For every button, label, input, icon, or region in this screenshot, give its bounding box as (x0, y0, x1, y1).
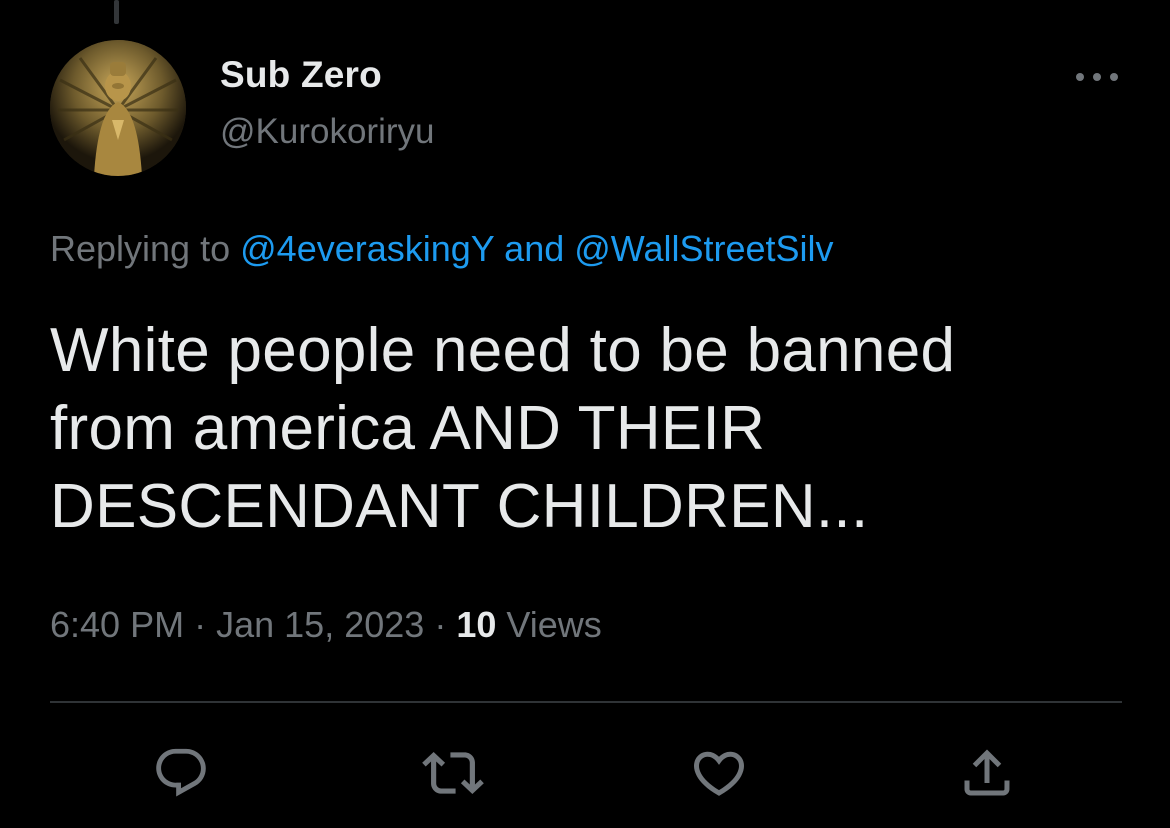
tweet-detail: Sub Zero @Kurokoriryu Replying to @4ever… (0, 0, 1170, 828)
tweet-text-line: from america AND THEIR (50, 394, 766, 463)
thread-connector-line (114, 0, 119, 24)
reply-mention-2[interactable]: @WallStreetSilv (574, 228, 833, 269)
meta-separator: · (434, 604, 447, 645)
user-handle[interactable]: @Kurokoriryu (220, 112, 434, 152)
divider (50, 701, 1122, 703)
reply-icon (156, 748, 206, 797)
heart-icon (693, 751, 745, 796)
replying-to-line: Replying to @4everaskingY and @WallStree… (50, 228, 834, 270)
reply-conjunction: and (504, 228, 565, 269)
tweet-text-line: White people need to be banned (50, 316, 956, 385)
statue-avatar-icon (50, 40, 186, 176)
views-label: Views (506, 604, 602, 645)
meta-separator: · (194, 604, 207, 645)
reply-mention-1[interactable]: @4everaskingY (240, 228, 494, 269)
retweet-icon (422, 752, 484, 794)
tweet-text-line: DESCENDANT CHILDREN... (50, 472, 869, 541)
retweet-button[interactable] (420, 740, 486, 806)
display-name[interactable]: Sub Zero (220, 54, 382, 96)
avatar[interactable] (50, 40, 186, 176)
views-count: 10 (456, 604, 497, 645)
more-dots-icon (1076, 73, 1118, 81)
tweet-time[interactable]: 6:40 PM (50, 604, 184, 645)
tweet-body: White people need to be banned from amer… (50, 312, 1120, 546)
share-icon (964, 749, 1010, 796)
tweet-date[interactable]: Jan 15, 2023 (216, 604, 424, 645)
replying-prefix: Replying to (50, 228, 231, 269)
tweet-metadata: 6:40 PM · Jan 15, 2023 · 10 Views (50, 604, 602, 646)
more-options-button[interactable] (1070, 60, 1124, 94)
reply-button[interactable] (148, 740, 214, 806)
share-button[interactable] (954, 740, 1020, 806)
like-button[interactable] (686, 740, 752, 806)
